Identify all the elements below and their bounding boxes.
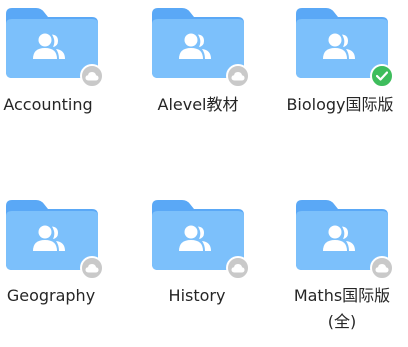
- cloud-icon: [226, 256, 250, 280]
- cloud-icon: [370, 256, 394, 280]
- synced-check-icon: [370, 64, 394, 88]
- folder-label-line2: (全): [327, 312, 357, 331]
- people-icon: [323, 225, 355, 251]
- folder-label: History: [168, 286, 226, 305]
- people-icon: [179, 225, 211, 251]
- cloud-icon: [80, 64, 104, 88]
- folder-tile-biology[interactable]: Biology国际版: [272, 8, 408, 128]
- cloud-icon: [226, 64, 250, 88]
- people-icon: [33, 225, 65, 251]
- cloud-icon: [80, 256, 104, 280]
- folder-label: Accounting: [3, 95, 93, 114]
- shared-folder-icon[interactable]: [296, 8, 394, 88]
- shared-folder-icon[interactable]: [6, 8, 104, 88]
- shared-folder-icon[interactable]: [152, 200, 250, 280]
- folder-label: Biology国际版: [286, 95, 394, 114]
- people-icon: [323, 33, 355, 59]
- folder-tile-geography[interactable]: Geography: [0, 200, 136, 320]
- shared-folder-icon[interactable]: [296, 200, 394, 280]
- folder-tile-maths[interactable]: Maths国际版 (全): [272, 200, 408, 340]
- shared-folder-icon[interactable]: [152, 8, 250, 88]
- shared-folder-icon[interactable]: [6, 200, 104, 280]
- people-icon: [33, 33, 65, 59]
- folder-tile-accounting[interactable]: Accounting: [0, 8, 136, 128]
- folder-tile-alevel[interactable]: Alevel教材: [136, 8, 272, 128]
- folder-label: Maths国际版: [293, 286, 391, 305]
- people-icon: [179, 33, 211, 59]
- folder-label: Geography: [6, 286, 96, 305]
- folder-label: Alevel教材: [157, 95, 239, 114]
- folder-tile-history[interactable]: History: [136, 200, 272, 320]
